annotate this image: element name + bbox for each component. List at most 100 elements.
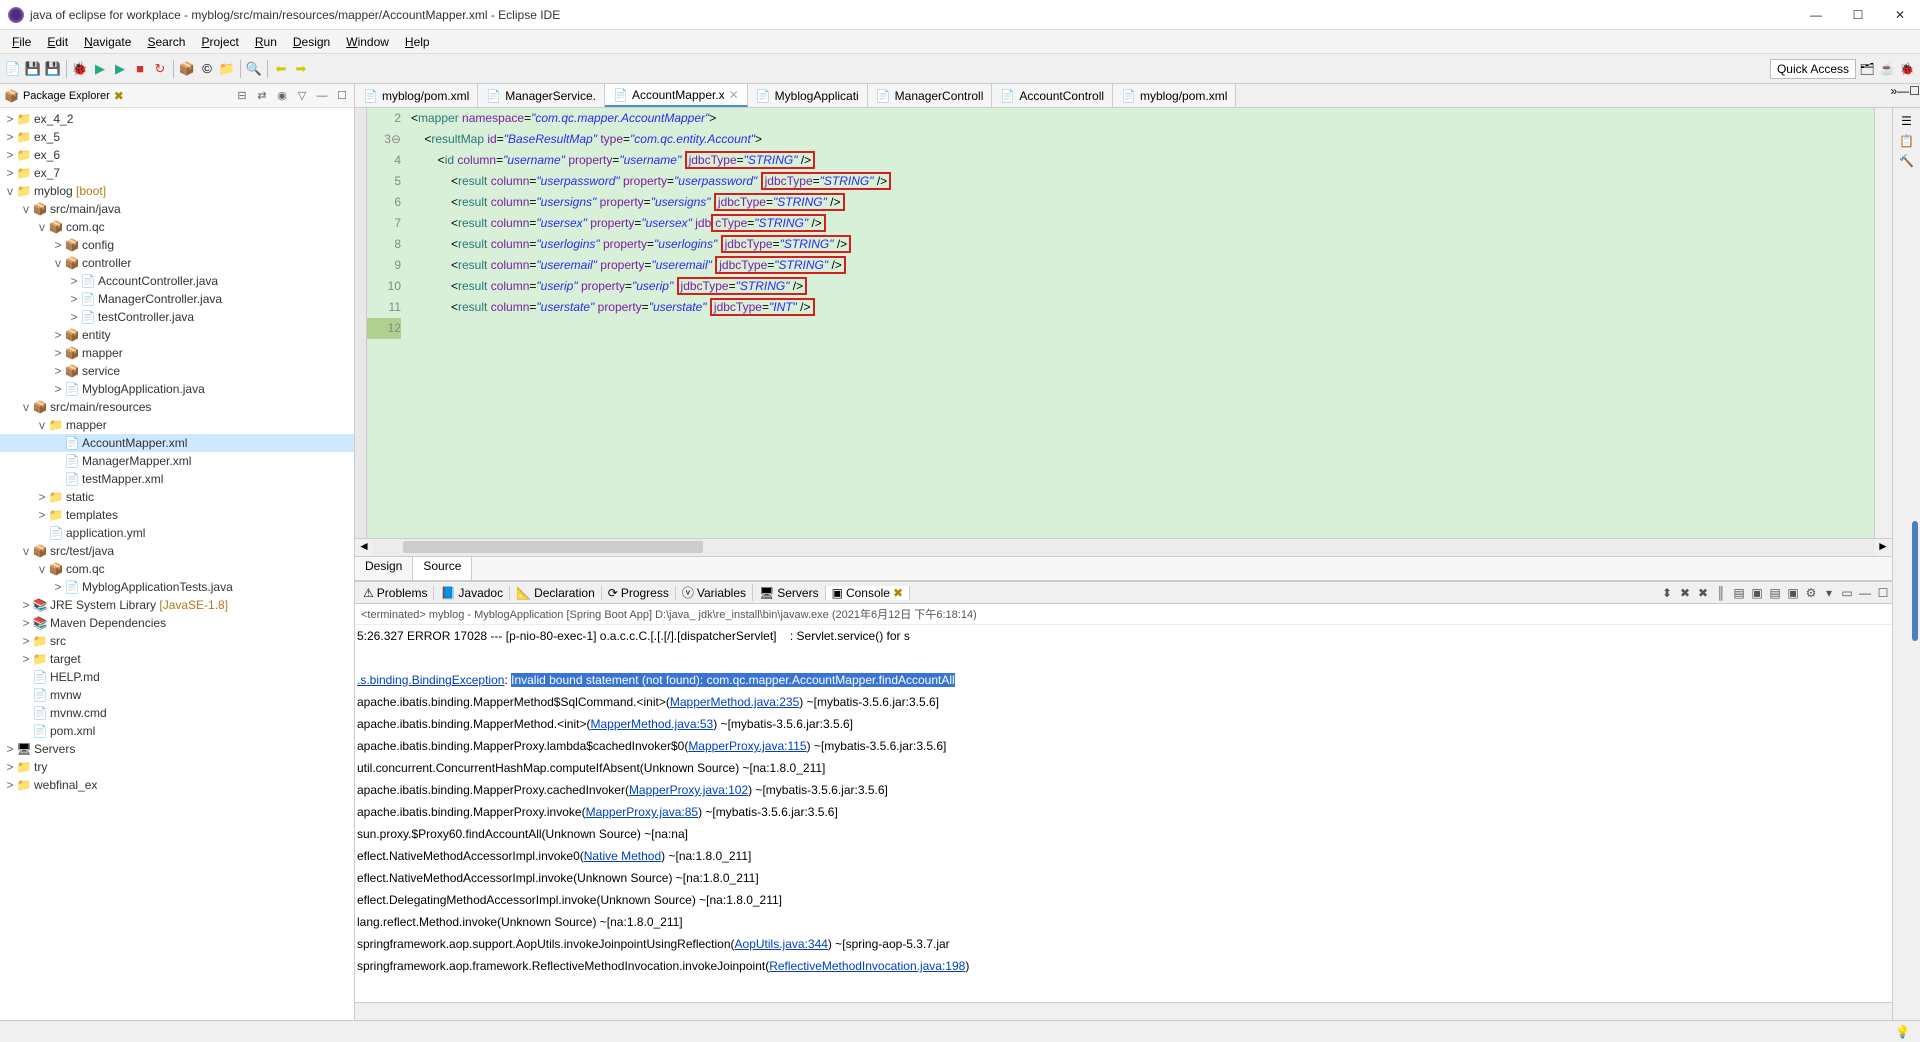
tree-item[interactable]: >📁ex_7 bbox=[0, 164, 354, 182]
console-toolbtn-2[interactable]: ✖ bbox=[1695, 585, 1711, 601]
tree-item[interactable]: v📦com.qc bbox=[0, 560, 354, 578]
console-toolbtn-0[interactable]: ⬍ bbox=[1659, 585, 1675, 601]
console-toolbtn-11[interactable]: — bbox=[1857, 585, 1873, 601]
tree-item[interactable]: 📄testMapper.xml bbox=[0, 470, 354, 488]
tree-item[interactable]: >📦service bbox=[0, 362, 354, 380]
tree-item[interactable]: >📦entity bbox=[0, 326, 354, 344]
tree-item[interactable]: 📄application.yml bbox=[0, 524, 354, 542]
close-icon[interactable]: ✕ bbox=[729, 88, 739, 102]
tree-item[interactable]: 📄AccountMapper.xml bbox=[0, 434, 354, 452]
side-handle[interactable] bbox=[1912, 521, 1918, 641]
bottom-tab-console[interactable]: ▣Console ✖ bbox=[826, 586, 910, 600]
editor-tab[interactable]: 📄myblog/pom.xml bbox=[355, 84, 478, 107]
tree-item[interactable]: 📄pom.xml bbox=[0, 722, 354, 740]
console-toolbtn-6[interactable]: ▤ bbox=[1767, 585, 1783, 601]
tree-item[interactable]: >📁ex_5 bbox=[0, 128, 354, 146]
tree-item[interactable]: >📄testController.java bbox=[0, 308, 354, 326]
tree-item[interactable]: v📁mapper bbox=[0, 416, 354, 434]
debug-icon[interactable]: 🐞 bbox=[71, 60, 89, 78]
tree-item[interactable]: 📄mvnw.cmd bbox=[0, 704, 354, 722]
tree-item[interactable]: >🖥Servers bbox=[0, 740, 354, 758]
tree-item[interactable]: >📁src bbox=[0, 632, 354, 650]
menu-help[interactable]: Help bbox=[397, 33, 438, 51]
project-tree[interactable]: >📁ex_4_2>📁ex_5>📁ex_6>📁ex_7v📁myblog [boot… bbox=[0, 108, 354, 1020]
perspective-java-icon[interactable]: ☕ bbox=[1878, 60, 1896, 78]
editor-hscroll[interactable]: ◄ ► bbox=[355, 538, 1892, 556]
link-editor-icon[interactable]: ⇄ bbox=[254, 88, 270, 104]
search-icon[interactable]: 🔍 bbox=[245, 60, 263, 78]
tree-item[interactable]: 📄HELP.md bbox=[0, 668, 354, 686]
stack-link[interactable]: Native Method bbox=[584, 849, 661, 863]
tree-item[interactable]: >📁target bbox=[0, 650, 354, 668]
new-icon[interactable]: 📄 bbox=[4, 60, 22, 78]
stack-link[interactable]: ReflectiveMethodInvocation.java:198 bbox=[769, 959, 965, 973]
tree-item[interactable]: >📦config bbox=[0, 236, 354, 254]
tree-item[interactable]: >📁ex_4_2 bbox=[0, 110, 354, 128]
tree-item[interactable]: >📁static bbox=[0, 488, 354, 506]
run-icon[interactable]: ▶ bbox=[91, 60, 109, 78]
max-editor-icon[interactable]: ☐ bbox=[1909, 84, 1920, 107]
bottom-tab-problems[interactable]: ⚠Problems bbox=[357, 586, 434, 600]
runconfig-icon[interactable]: ▶ bbox=[111, 60, 129, 78]
tree-item[interactable]: v📁myblog [boot] bbox=[0, 182, 354, 200]
overview-ruler[interactable] bbox=[1874, 108, 1892, 538]
tree-item[interactable]: >📁templates bbox=[0, 506, 354, 524]
newtype-icon[interactable]: 📁 bbox=[218, 60, 236, 78]
console-output[interactable]: 5:26.327 ERROR 17028 --- [p-nio-80-exec-… bbox=[355, 625, 1892, 1002]
tree-item[interactable]: >📄AccountController.java bbox=[0, 272, 354, 290]
tree-item[interactable]: v📦src/test/java bbox=[0, 542, 354, 560]
console-toolbtn-7[interactable]: ▣ bbox=[1785, 585, 1801, 601]
view-menu-icon[interactable]: ▽ bbox=[294, 88, 310, 104]
console-toolbtn-10[interactable]: ▭ bbox=[1839, 585, 1855, 601]
forward-icon[interactable]: ➡ bbox=[292, 60, 310, 78]
tree-item[interactable]: >📚Maven Dependencies bbox=[0, 614, 354, 632]
menu-file[interactable]: File bbox=[4, 33, 39, 51]
collapse-all-icon[interactable]: ⊟ bbox=[234, 88, 250, 104]
console-toolbtn-4[interactable]: ▤ bbox=[1731, 585, 1747, 601]
quick-access[interactable]: Quick Access bbox=[1770, 59, 1856, 79]
stack-link[interactable]: MapperProxy.java:102 bbox=[629, 783, 748, 797]
bottom-tab-javadoc[interactable]: 📘Javadoc bbox=[434, 586, 510, 600]
menu-edit[interactable]: Edit bbox=[39, 33, 76, 51]
back-icon[interactable]: ⬅ bbox=[272, 60, 290, 78]
tree-item[interactable]: v📦com.qc bbox=[0, 218, 354, 236]
relaunch-icon[interactable]: ↻ bbox=[151, 60, 169, 78]
tree-item[interactable]: >📄MyblogApplication.java bbox=[0, 380, 354, 398]
menu-navigate[interactable]: Navigate bbox=[76, 33, 139, 51]
console-toolbtn-8[interactable]: ⚙ bbox=[1803, 585, 1819, 601]
stack-link[interactable]: MapperMethod.java:235 bbox=[670, 695, 799, 709]
menu-search[interactable]: Search bbox=[139, 33, 193, 51]
maximize-button[interactable]: ☐ bbox=[1846, 3, 1870, 27]
stop-icon[interactable]: ■ bbox=[131, 60, 149, 78]
bottom-tab-servers[interactable]: 🖥Servers bbox=[753, 586, 826, 600]
bottom-tab-variables[interactable]: ⓥVariables bbox=[676, 584, 753, 601]
tree-item[interactable]: >📚JRE System Library [JavaSE-1.8] bbox=[0, 596, 354, 614]
stack-link[interactable]: .s.binding.BindingException bbox=[357, 673, 504, 687]
minimize-button[interactable]: — bbox=[1804, 3, 1828, 27]
saveall-icon[interactable]: 💾 bbox=[44, 60, 62, 78]
xml-editor[interactable]: 23⊖456789101112 <mapper namespace="com.q… bbox=[355, 108, 1892, 538]
perspective-debug-icon[interactable]: 🐞 bbox=[1898, 60, 1916, 78]
menu-window[interactable]: Window bbox=[338, 33, 397, 51]
stack-link[interactable]: MapperProxy.java:115 bbox=[688, 739, 806, 753]
console-toolbtn-1[interactable]: ✖ bbox=[1677, 585, 1693, 601]
menu-run[interactable]: Run bbox=[247, 33, 285, 51]
editor-tab[interactable]: 📄myblog/pom.xml bbox=[1113, 84, 1236, 107]
editor-tab[interactable]: 📄AccountControll bbox=[992, 84, 1113, 107]
tree-item[interactable]: v📦src/main/java bbox=[0, 200, 354, 218]
stack-link[interactable]: MapperProxy.java:85 bbox=[586, 805, 699, 819]
newpkg-icon[interactable]: 📦 bbox=[178, 60, 196, 78]
min-editor-icon[interactable]: — bbox=[1897, 84, 1909, 107]
tree-item[interactable]: v📦controller bbox=[0, 254, 354, 272]
editor-tab[interactable]: 📄ManagerControll bbox=[868, 84, 993, 107]
tree-item[interactable]: >📦mapper bbox=[0, 344, 354, 362]
editor-tab[interactable]: 📄ManagerService. bbox=[478, 84, 605, 107]
console-toolbtn-12[interactable]: ☐ bbox=[1875, 585, 1891, 601]
designsrc-tab-design[interactable]: Design bbox=[355, 557, 413, 580]
stack-link[interactable]: MapperMethod.java:53 bbox=[590, 717, 713, 731]
focus-icon[interactable]: ◉ bbox=[274, 88, 290, 104]
tree-item[interactable]: >📁ex_6 bbox=[0, 146, 354, 164]
stack-link[interactable]: AopUtils.java:344 bbox=[735, 937, 828, 951]
bottom-tab-progress[interactable]: ⟳Progress bbox=[602, 586, 676, 600]
tree-item[interactable]: 📄ManagerMapper.xml bbox=[0, 452, 354, 470]
